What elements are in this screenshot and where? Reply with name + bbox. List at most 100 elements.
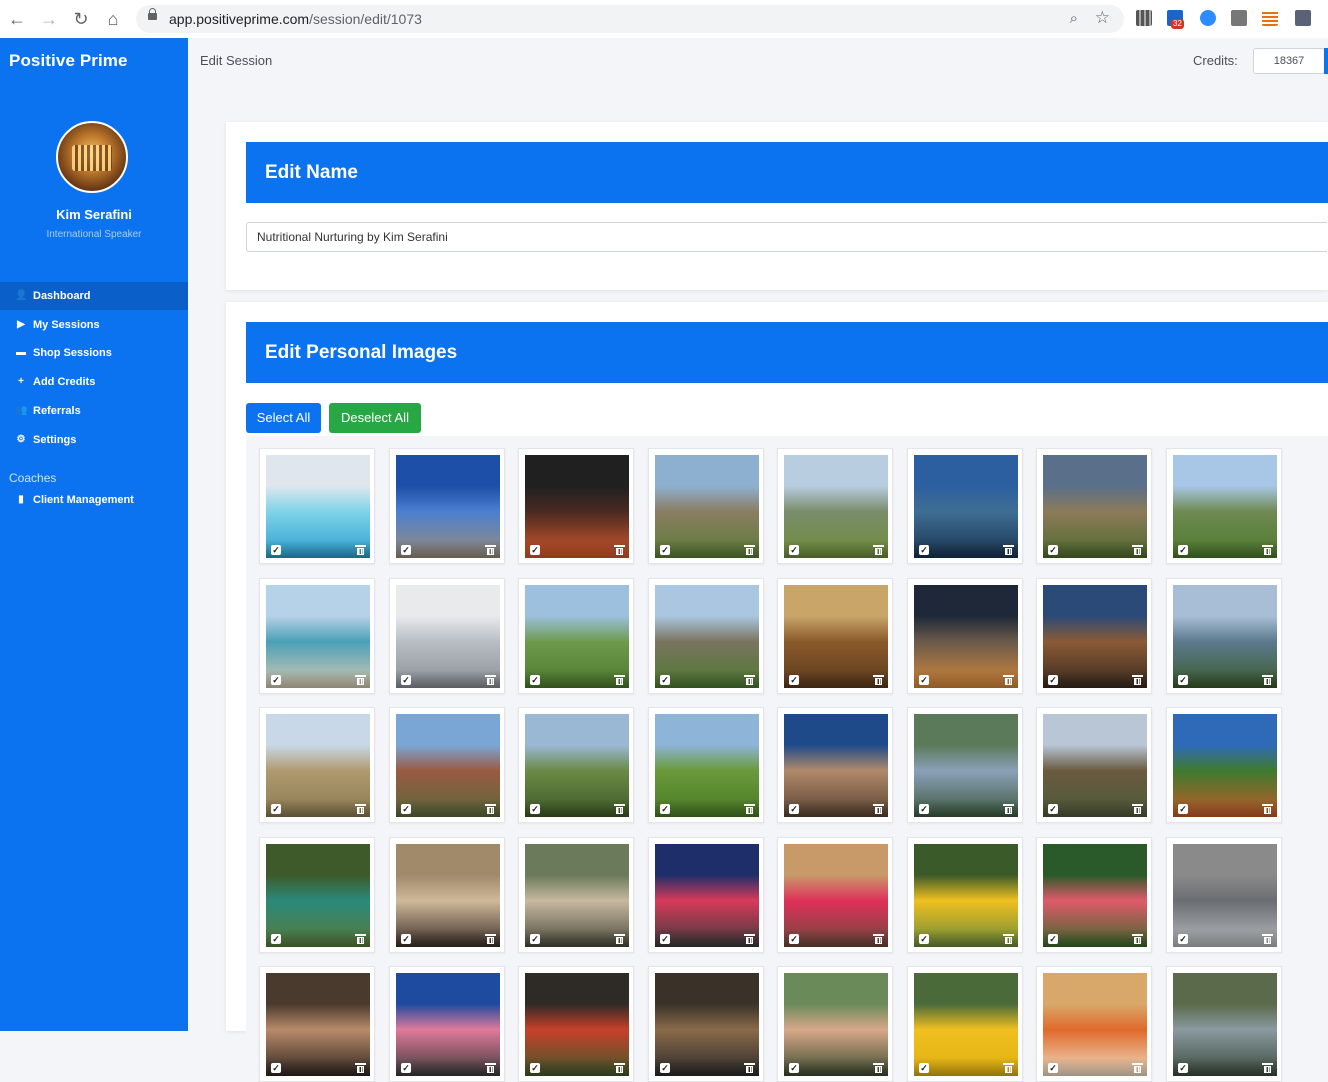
image-tile[interactable]: ✓ (389, 837, 505, 953)
checkbox-icon[interactable]: ✓ (919, 934, 929, 944)
image-tile[interactable]: ✓ (648, 707, 764, 823)
checkbox-icon[interactable]: ✓ (271, 934, 281, 944)
trash-icon[interactable] (614, 1063, 625, 1073)
trash-icon[interactable] (744, 804, 755, 814)
credits-button[interactable] (1324, 48, 1328, 74)
image-tile[interactable]: ✓ (389, 707, 505, 823)
image-tile[interactable]: ✓ (1036, 578, 1152, 694)
image-tile[interactable]: ✓ (1036, 707, 1152, 823)
image-tile[interactable]: ✓ (518, 837, 634, 953)
checkbox-icon[interactable]: ✓ (789, 675, 799, 685)
checkbox-icon[interactable]: ✓ (919, 675, 929, 685)
checkbox-icon[interactable]: ✓ (660, 804, 670, 814)
image-tile[interactable]: ✓ (259, 448, 375, 564)
image-tile[interactable]: ✓ (259, 707, 375, 823)
image-tile[interactable]: ✓ (907, 707, 1023, 823)
image-tile[interactable]: ✓ (518, 707, 634, 823)
trash-icon[interactable] (355, 1063, 366, 1073)
trash-icon[interactable] (873, 934, 884, 944)
reload-icon[interactable]: ↻ (70, 8, 92, 30)
checkbox-icon[interactable]: ✓ (401, 675, 411, 685)
trash-icon[interactable] (485, 675, 496, 685)
checkbox-icon[interactable]: ✓ (660, 675, 670, 685)
checkbox-icon[interactable]: ✓ (789, 804, 799, 814)
trash-icon[interactable] (1262, 545, 1273, 555)
trash-icon[interactable] (1132, 675, 1143, 685)
image-tile[interactable]: ✓ (777, 707, 893, 823)
forward-icon[interactable]: → (38, 8, 60, 30)
extension-linkedin-icon[interactable]: 32 (1167, 10, 1184, 29)
checkbox-icon[interactable]: ✓ (660, 934, 670, 944)
trash-icon[interactable] (1003, 1063, 1014, 1073)
checkbox-icon[interactable]: ✓ (919, 804, 929, 814)
trash-icon[interactable] (1132, 1063, 1143, 1073)
checkbox-icon[interactable]: ✓ (401, 934, 411, 944)
image-tile[interactable]: ✓ (259, 578, 375, 694)
trash-icon[interactable] (485, 934, 496, 944)
home-icon[interactable]: ⌂ (102, 8, 124, 30)
checkbox-icon[interactable]: ✓ (919, 545, 929, 555)
trash-icon[interactable] (1003, 675, 1014, 685)
checkbox-icon[interactable]: ✓ (401, 804, 411, 814)
image-tile[interactable]: ✓ (1166, 707, 1282, 823)
checkbox-icon[interactable]: ✓ (401, 545, 411, 555)
checkbox-icon[interactable]: ✓ (660, 1063, 670, 1073)
brand-logo[interactable]: Positive Prime (9, 51, 128, 71)
zoom-icon[interactable]: ⌕ (1070, 10, 1078, 27)
image-tile[interactable]: ✓ (518, 578, 634, 694)
bookmark-star-icon[interactable]: ☆ (1095, 8, 1110, 28)
trash-icon[interactable] (1003, 934, 1014, 944)
sidebar-item-shop-sessions[interactable]: ▬ Shop Sessions (0, 339, 188, 367)
image-tile[interactable]: ✓ (389, 448, 505, 564)
image-tile[interactable]: ✓ (1166, 966, 1282, 1082)
image-tile[interactable]: ✓ (389, 966, 505, 1082)
image-tile[interactable]: ✓ (389, 578, 505, 694)
trash-icon[interactable] (873, 545, 884, 555)
trash-icon[interactable] (1003, 545, 1014, 555)
trash-icon[interactable] (614, 804, 625, 814)
checkbox-icon[interactable]: ✓ (919, 1063, 929, 1073)
image-tile[interactable]: ✓ (907, 837, 1023, 953)
trash-icon[interactable] (614, 934, 625, 944)
trash-icon[interactable] (873, 804, 884, 814)
image-tile[interactable]: ✓ (777, 837, 893, 953)
checkbox-icon[interactable]: ✓ (789, 934, 799, 944)
image-tile[interactable]: ✓ (907, 448, 1023, 564)
sidebar-item-settings[interactable]: ⚙ Settings (0, 426, 188, 454)
image-tile[interactable]: ✓ (777, 966, 893, 1082)
address-bar[interactable]: app.positiveprime.com/session/edit/1073 … (136, 5, 1124, 33)
image-tile[interactable]: ✓ (518, 448, 634, 564)
trash-icon[interactable] (485, 545, 496, 555)
image-tile[interactable]: ✓ (518, 966, 634, 1082)
extension-facebook-icon[interactable] (1295, 10, 1311, 26)
image-tile[interactable]: ✓ (1166, 448, 1282, 564)
extension-sliders-icon[interactable] (1262, 10, 1278, 26)
image-tile[interactable]: ✓ (259, 837, 375, 953)
trash-icon[interactable] (1262, 804, 1273, 814)
image-tile[interactable]: ✓ (1166, 837, 1282, 953)
image-tile[interactable]: ✓ (777, 448, 893, 564)
trash-icon[interactable] (1132, 804, 1143, 814)
image-tile[interactable]: ✓ (259, 966, 375, 1082)
trash-icon[interactable] (744, 545, 755, 555)
checkbox-icon[interactable]: ✓ (1048, 545, 1058, 555)
checkbox-icon[interactable]: ✓ (789, 545, 799, 555)
image-tile[interactable]: ✓ (648, 837, 764, 953)
checkbox-icon[interactable]: ✓ (530, 675, 540, 685)
trash-icon[interactable] (873, 675, 884, 685)
deselect-all-button[interactable]: Deselect All (329, 403, 421, 433)
trash-icon[interactable] (614, 545, 625, 555)
back-icon[interactable]: ← (6, 8, 28, 30)
image-tile[interactable]: ✓ (1036, 966, 1152, 1082)
trash-icon[interactable] (873, 1063, 884, 1073)
image-tile[interactable]: ✓ (907, 966, 1023, 1082)
trash-icon[interactable] (1262, 675, 1273, 685)
checkbox-icon[interactable]: ✓ (1178, 934, 1188, 944)
trash-icon[interactable] (1132, 545, 1143, 555)
url-text[interactable]: app.positiveprime.com/session/edit/1073 (169, 11, 422, 27)
checkbox-icon[interactable]: ✓ (401, 1063, 411, 1073)
trash-icon[interactable] (355, 675, 366, 685)
checkbox-icon[interactable]: ✓ (530, 934, 540, 944)
trash-icon[interactable] (485, 1063, 496, 1073)
checkbox-icon[interactable]: ✓ (1048, 934, 1058, 944)
